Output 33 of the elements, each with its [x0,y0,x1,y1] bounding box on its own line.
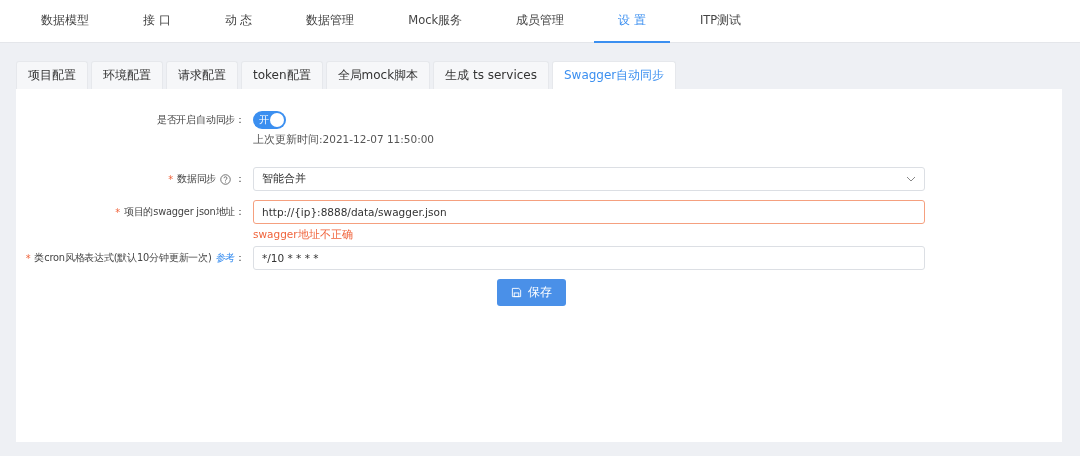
nav-tab[interactable]: Mock服务 [384,0,487,43]
nav-tab[interactable]: 成员管理 [492,0,589,43]
required-mark: * [25,252,31,264]
help-icon[interactable] [220,173,232,185]
settings-tab[interactable]: token配置 [241,61,323,89]
sync-mode-select[interactable]: 智能合并 [253,167,925,191]
save-icon [511,287,522,298]
settings-tab[interactable]: 全局mock脚本 [325,61,431,89]
field-label: 项目的swagger json地址： [123,205,245,219]
chevron-down-icon [906,176,916,182]
nav-tab[interactable]: 数据管理 [282,0,379,43]
nav-tab[interactable]: 接 口 [119,0,195,43]
label-colon: ： [235,172,245,186]
settings-tab[interactable]: 请求配置 [166,61,238,89]
required-mark: * [115,206,120,218]
error-message: swagger地址不正确 [253,228,354,242]
field-label: 数据同步 [177,172,217,186]
settings-tab[interactable]: 生成 ts services [433,61,549,89]
nav-tab[interactable]: ITP测试 [675,0,766,43]
nav-tab[interactable]: 设 置 [594,0,670,43]
nav-tab[interactable]: 数据模型 [17,0,113,43]
text-input-field[interactable]: http://{ip}:8888/data/swagger.json [253,200,925,224]
required-mark: * [168,173,173,185]
settings-tab[interactable]: Swagger自动同步 [551,61,677,89]
settings-tab[interactable]: 环境配置 [91,61,163,89]
field-label: 类cron风格表达式(默认10分钟更新一次) [34,251,212,265]
reference-link[interactable]: 参考 [215,251,236,265]
settings-tab[interactable]: 项目配置 [16,61,88,89]
text-input-field[interactable]: */10 * * * * [253,246,925,270]
nav-tab[interactable]: 动 态 [200,0,277,43]
last-update-time: 上次更新时间:2021-12-07 11:50:00 [253,133,436,147]
field-label: 是否开启自动同步： [156,113,245,127]
label-colon: ： [235,251,245,265]
